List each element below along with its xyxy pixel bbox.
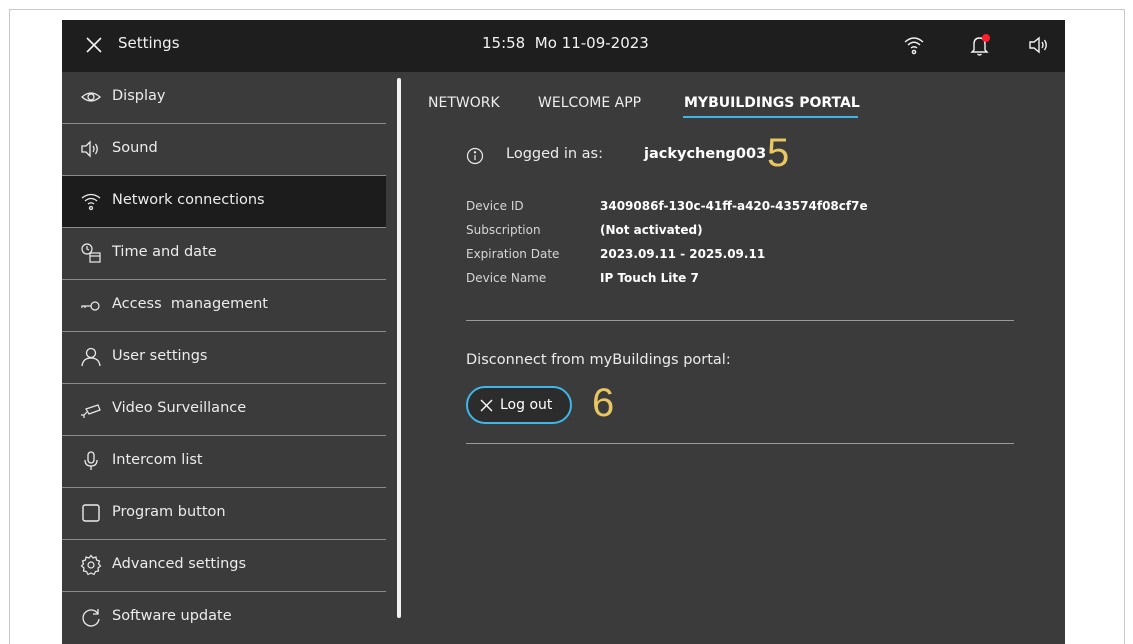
- sidebar-item-sound[interactable]: Sound: [62, 124, 386, 176]
- divider: [466, 320, 1014, 321]
- refresh-icon: [82, 609, 100, 627]
- disconnect-label: Disconnect from myBuildings portal:: [466, 352, 731, 368]
- sidebar-item-software-update[interactable]: Software update: [62, 592, 386, 644]
- sidebar-item-user-settings[interactable]: User settings: [62, 332, 386, 384]
- sidebar-item-label: Display: [112, 88, 166, 104]
- device-id-value: 3409086f-130c-41ff-a420-43574f08cf7e: [600, 199, 868, 213]
- callout-number: 5: [767, 131, 790, 175]
- sidebar-item-access-management[interactable]: Access management: [62, 280, 386, 332]
- sidebar-item-label: Access management: [112, 296, 268, 312]
- device-name-label: Device Name: [466, 271, 547, 285]
- expiration-date-label: Expiration Date: [466, 247, 560, 261]
- bell-icon[interactable]: [967, 32, 993, 58]
- tab-mybuildings-portal[interactable]: MYBUILDINGS PORTAL: [684, 95, 860, 111]
- page-title: Settings: [118, 34, 180, 52]
- device-name-value: IP Touch Lite 7: [600, 271, 699, 285]
- divider: [466, 443, 1014, 444]
- square-icon: [82, 504, 100, 522]
- sidebar-item-label: User settings: [112, 348, 208, 364]
- device-screen: Settings 15:58 Mo 11-09-2023 Display Sou…: [62, 20, 1065, 644]
- sidebar-item-label: Program button: [112, 504, 226, 520]
- microphone-icon: [84, 451, 98, 470]
- tab-welcome-app[interactable]: WELCOME APP: [538, 95, 641, 111]
- sidebar-item-label: Advanced settings: [112, 556, 247, 572]
- speaker-icon: [81, 140, 98, 158]
- volume-icon[interactable]: [1027, 33, 1051, 57]
- sidebar-item-program-button[interactable]: Program button: [62, 488, 386, 540]
- sidebar-item-time-and-date[interactable]: Time and date: [62, 228, 386, 280]
- clock-calendar-icon: [81, 243, 101, 263]
- sidebar-item-label: Video Surveillance: [112, 400, 247, 416]
- sidebar-item-display[interactable]: Display: [62, 72, 386, 124]
- logged-in-username: jackycheng003: [644, 146, 767, 162]
- sidebar-item-advanced-settings[interactable]: Advanced settings: [62, 540, 386, 592]
- sidebar-item-label: Time and date: [112, 244, 217, 260]
- sidebar-scrollbar[interactable]: [397, 78, 401, 618]
- settings-sidebar: Display Sound Network connections Time a…: [62, 72, 386, 644]
- sidebar-item-video-surveillance[interactable]: Video Surveillance: [62, 384, 386, 436]
- key-icon: [81, 301, 100, 311]
- clock-date: 15:58 Mo 11-09-2023: [482, 34, 649, 52]
- active-tab-indicator: [683, 116, 858, 118]
- info-icon: [466, 147, 484, 165]
- subscription-label: Subscription: [466, 223, 541, 237]
- wifi-icon[interactable]: [902, 33, 926, 57]
- tab-network[interactable]: NETWORK: [428, 95, 500, 111]
- logged-in-label: Logged in as:: [506, 146, 603, 162]
- sidebar-item-intercom-list[interactable]: Intercom list: [62, 436, 386, 488]
- expiration-date-value: 2023.09.11 - 2025.09.11: [600, 247, 766, 261]
- logout-button[interactable]: Log out: [466, 386, 572, 424]
- camera-icon: [81, 404, 101, 418]
- sidebar-item-label: Software update: [112, 608, 232, 624]
- sidebar-item-label: Sound: [112, 140, 158, 156]
- eye-icon: [81, 92, 101, 102]
- wifi-icon: [81, 193, 101, 211]
- close-icon[interactable]: [84, 35, 104, 55]
- gear-icon: [80, 554, 102, 576]
- sidebar-item-network-connections[interactable]: Network connections: [62, 176, 386, 228]
- callout-number: 6: [592, 381, 615, 425]
- logout-button-label: Log out: [500, 397, 553, 413]
- close-icon: [480, 399, 493, 412]
- user-icon: [81, 347, 101, 367]
- sidebar-item-label: Network connections: [112, 192, 265, 208]
- subscription-value: (Not activated): [600, 223, 703, 237]
- device-id-label: Device ID: [466, 199, 524, 213]
- top-bar: Settings 15:58 Mo 11-09-2023: [62, 20, 1065, 72]
- sidebar-item-label: Intercom list: [112, 452, 203, 468]
